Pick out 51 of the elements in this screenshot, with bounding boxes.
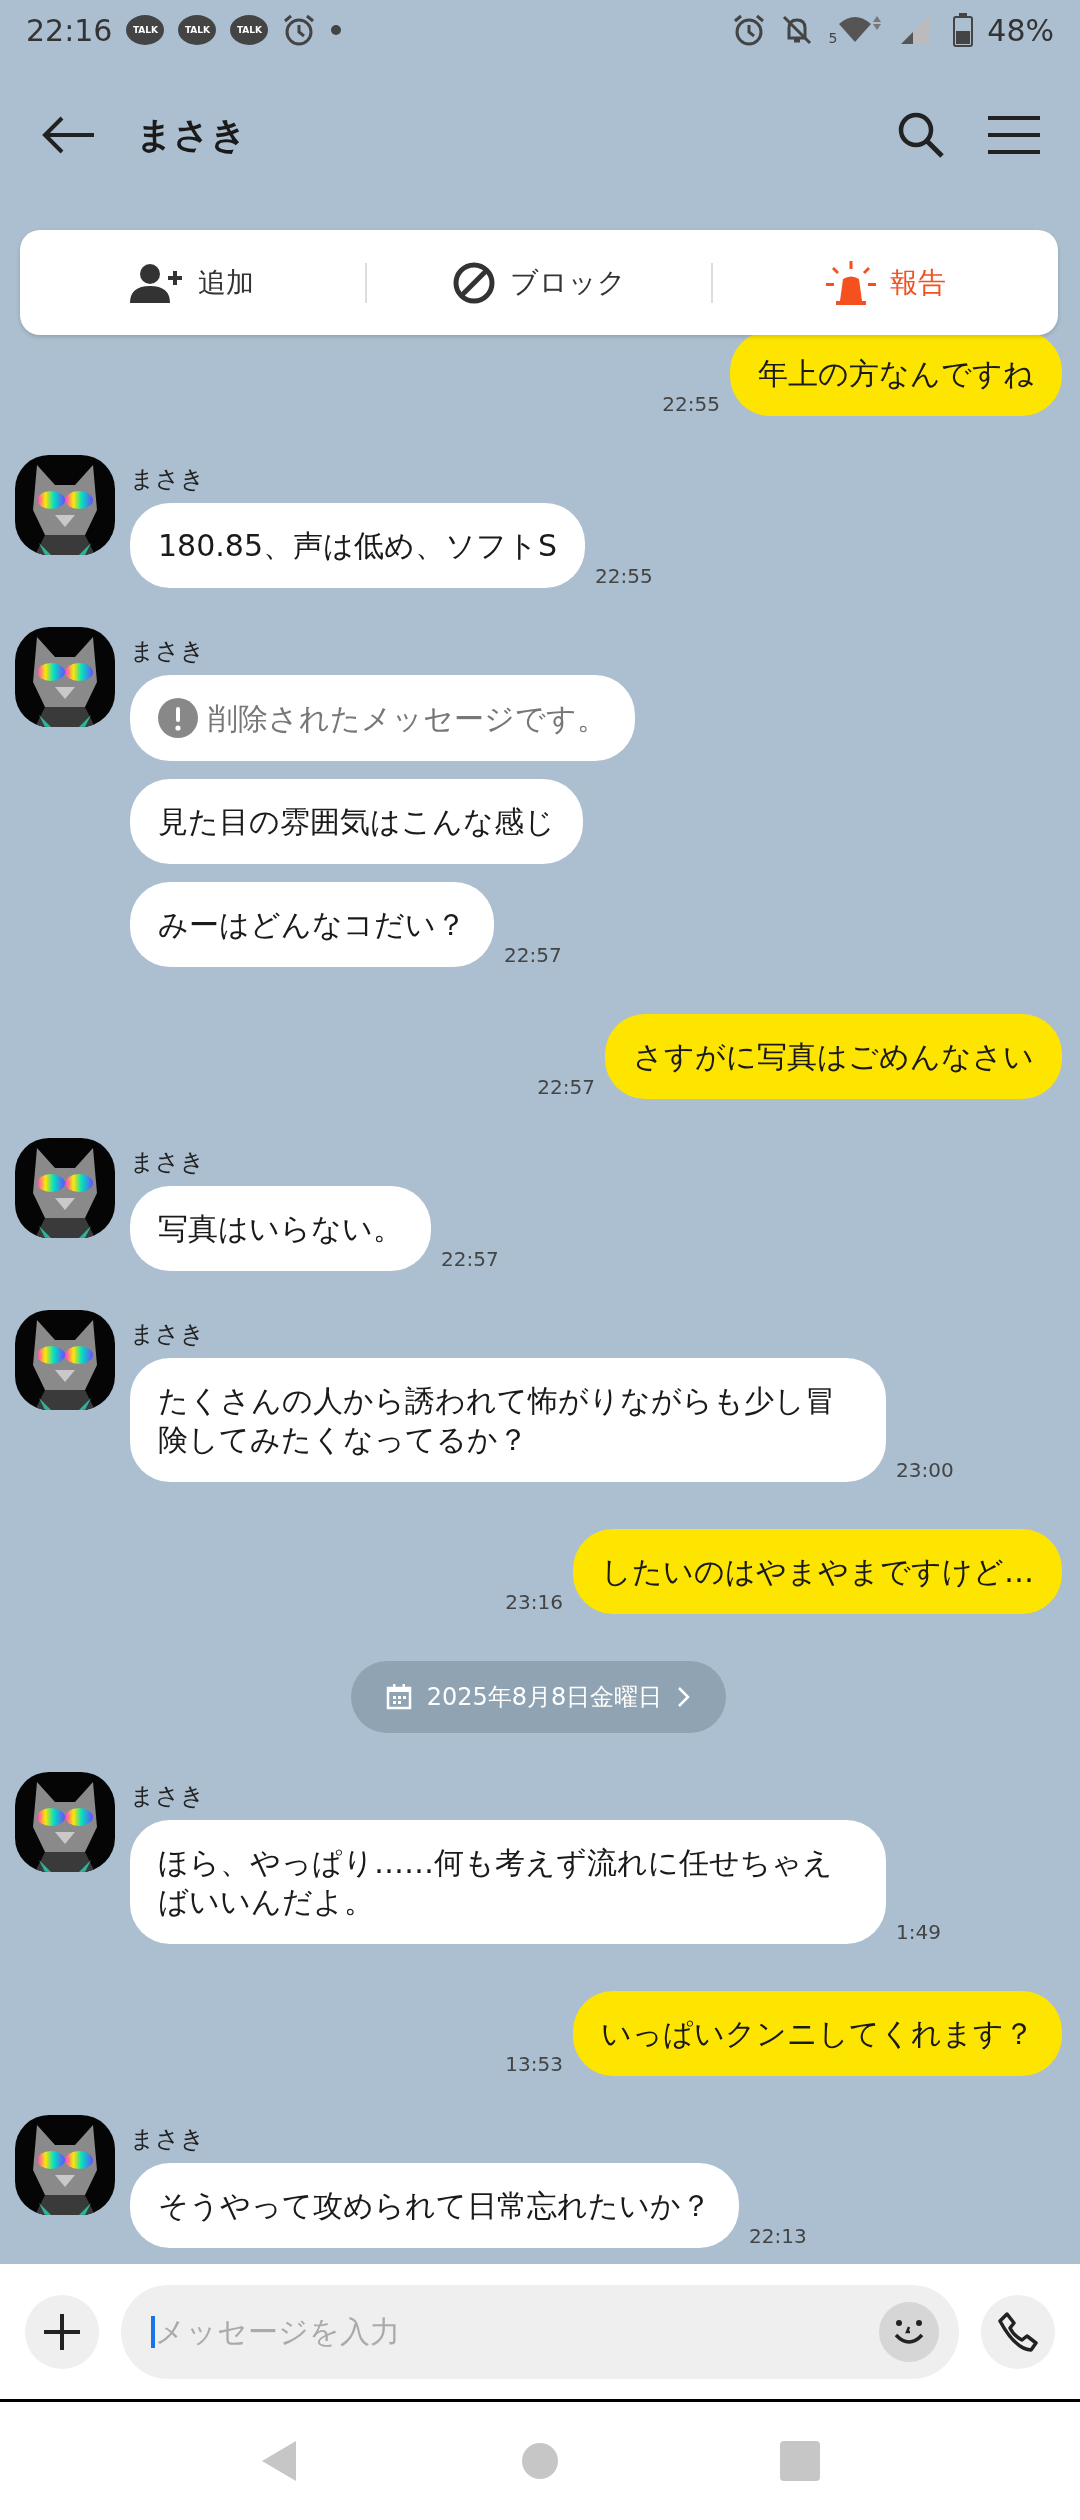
notification-badge: TALK bbox=[230, 15, 269, 45]
message-time: 22:57 bbox=[441, 1247, 499, 1271]
plus-icon bbox=[42, 2311, 82, 2352]
message-bubble: 180.85、声は低め、ソフトS bbox=[130, 503, 585, 588]
notification-badge: TALK bbox=[178, 15, 217, 45]
back-arrow-icon[interactable] bbox=[42, 115, 96, 155]
message-time: 1:49 bbox=[896, 1920, 941, 1944]
message-bubble: したいのはやまやまですけど… bbox=[573, 1529, 1062, 1614]
wifi-label: 5 bbox=[828, 30, 838, 46]
message-time: 22:57 bbox=[504, 943, 562, 967]
message-time: 13:53 bbox=[505, 2052, 563, 2076]
message-time: 23:16 bbox=[505, 1590, 563, 1614]
sender-name: まさき bbox=[130, 2124, 206, 2155]
calendar-icon bbox=[384, 1683, 413, 1711]
message-bubble: みーはどんなコだい？ bbox=[130, 882, 494, 967]
message-bubble: 見た目の雰囲気はこんな感じ bbox=[130, 779, 583, 864]
message-bubble: さすがに写真はごめんなさい bbox=[605, 1014, 1062, 1099]
alarm-icon bbox=[282, 13, 317, 47]
message-time: 23:00 bbox=[896, 1458, 954, 1482]
battery-icon bbox=[953, 13, 974, 47]
add-button[interactable]: 追加 bbox=[20, 261, 365, 304]
message-text: 削除されたメッセージです。 bbox=[208, 699, 607, 738]
add-friend-icon bbox=[130, 262, 185, 303]
block-button[interactable]: ブロック bbox=[366, 259, 712, 306]
message-bubble: 写真はいらない。 bbox=[130, 1186, 431, 1271]
message-time: 22:55 bbox=[662, 392, 720, 416]
block-icon bbox=[452, 260, 496, 305]
message-time: 22:13 bbox=[749, 2224, 807, 2248]
message-time: 22:55 bbox=[595, 564, 653, 588]
dot-icon bbox=[330, 24, 343, 36]
notification-badge: TALK bbox=[126, 15, 165, 45]
message-bubble: たくさんの人から誘われて怖がりながらも少し冒険してみたくなってるか？ bbox=[130, 1358, 886, 1482]
phone-icon bbox=[997, 2310, 1039, 2353]
message-bubble: そうやって攻められて日常忘れたいか？ bbox=[130, 2163, 739, 2248]
battery-percent: 48% bbox=[987, 12, 1054, 48]
sender-name: まさき bbox=[130, 464, 206, 495]
siren-icon bbox=[825, 260, 876, 305]
sender-name: まさき bbox=[130, 1319, 206, 1350]
sender-name: まさき bbox=[130, 1147, 206, 1178]
search-icon[interactable] bbox=[896, 110, 946, 160]
sender-name: まさき bbox=[130, 1781, 206, 1812]
message-time: 22:57 bbox=[537, 1075, 595, 1099]
message-bubble: いっぱいクンニしてくれます？ bbox=[573, 1991, 1062, 2076]
message-input-field[interactable]: メッセージを入力 bbox=[121, 2284, 959, 2379]
chat-title: まさき bbox=[136, 112, 248, 157]
alarm-icon bbox=[732, 13, 767, 47]
exclamation-icon bbox=[158, 698, 198, 738]
sender-name: まさき bbox=[130, 636, 206, 667]
message-bubble: ほら、やっぱり……何も考えず流れに任せちゃえばいいんだよ。 bbox=[130, 1820, 886, 1944]
status-time: 22:16 bbox=[26, 12, 113, 48]
menu-icon[interactable] bbox=[986, 115, 1042, 155]
